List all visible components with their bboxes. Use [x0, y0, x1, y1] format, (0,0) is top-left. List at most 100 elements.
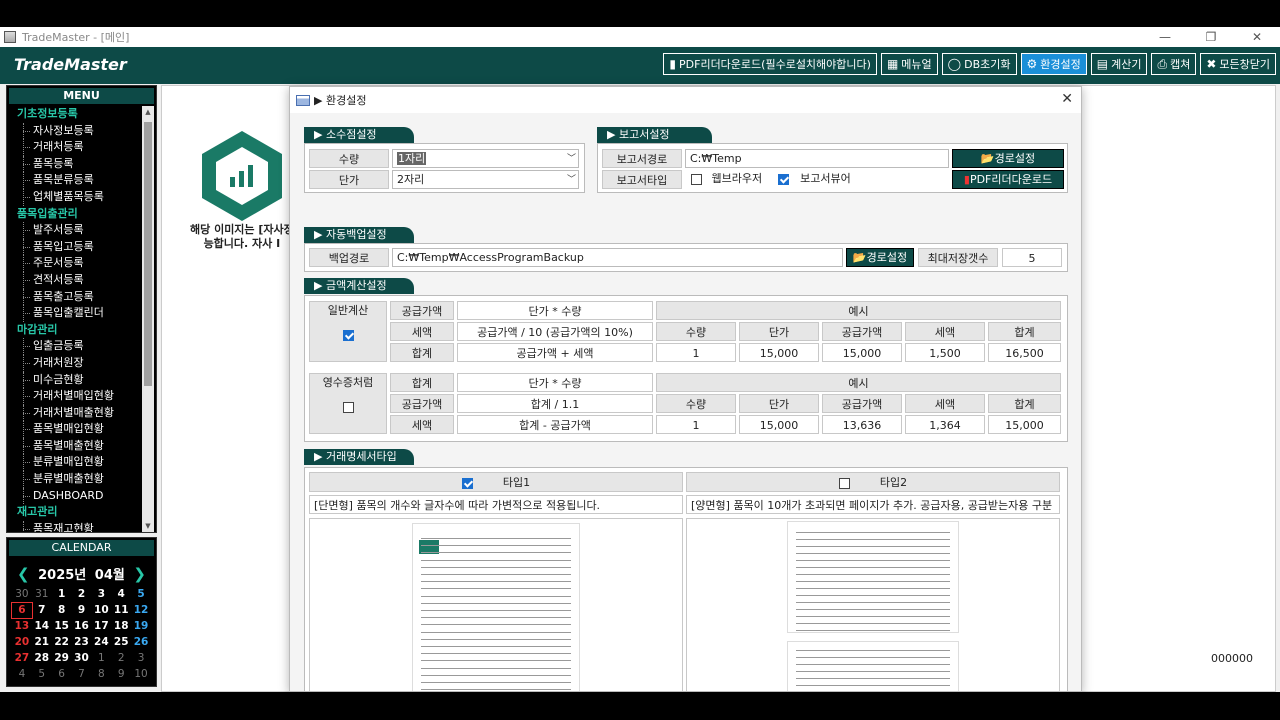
sidebar-item[interactable]: 업체별품목등록: [9, 188, 142, 206]
calendar-day[interactable]: 13: [12, 619, 32, 634]
calendar-day[interactable]: 2: [72, 587, 92, 602]
minimize-icon[interactable]: —: [1142, 27, 1188, 47]
calendar-day[interactable]: 30: [12, 587, 32, 602]
general-calc-checkbox[interactable]: [342, 329, 354, 341]
sidebar-item[interactable]: 품목입고등록: [9, 238, 142, 256]
calendar-day[interactable]: 6: [11, 602, 33, 619]
calendar-day[interactable]: 1: [91, 651, 111, 666]
calendar-day[interactable]: 20: [12, 635, 32, 650]
calendar-day[interactable]: 10: [91, 603, 111, 618]
menu-category[interactable]: 품목입출관리: [9, 206, 142, 223]
calendar-day[interactable]: 16: [72, 619, 92, 634]
receipt-calc-checkbox[interactable]: [342, 401, 354, 413]
calendar-day[interactable]: 21: [32, 635, 52, 650]
sidebar-item[interactable]: 품목입출캘린더: [9, 305, 142, 322]
calendar-day[interactable]: 27: [12, 651, 32, 666]
report-path-input[interactable]: C:₩Temp: [685, 149, 949, 168]
pdf-download-button[interactable]: ▮PDF리더다운로드: [952, 170, 1064, 189]
calendar-day[interactable]: 15: [52, 619, 72, 634]
sidebar-item[interactable]: 견적서등록: [9, 271, 142, 289]
calendar-day[interactable]: 8: [52, 603, 72, 618]
calendar-day[interactable]: 14: [32, 619, 52, 634]
sidebar-item[interactable]: DASHBOARD: [9, 487, 142, 505]
calendar-day[interactable]: 5: [131, 587, 151, 602]
calendar-day[interactable]: 30: [72, 651, 92, 666]
dialog-close-icon[interactable]: ✕: [1061, 91, 1073, 107]
calendar-day[interactable]: 4: [111, 587, 131, 602]
price-decimal-select[interactable]: 2자리 ﹀: [392, 170, 579, 189]
calendar-day[interactable]: 3: [131, 651, 151, 666]
top-button-5[interactable]: ⎙ 캡쳐: [1151, 53, 1197, 75]
scroll-down-icon[interactable]: ▼: [142, 520, 154, 532]
backup-path-input[interactable]: C:₩Temp₩AccessProgramBackup: [392, 248, 843, 267]
calendar-day[interactable]: 1: [52, 587, 72, 602]
max-save-input[interactable]: 5: [1002, 248, 1062, 267]
chevron-down-icon[interactable]: ﹀: [567, 151, 576, 168]
calendar-day[interactable]: 8: [91, 667, 111, 682]
sidebar-item[interactable]: 발주서등록: [9, 222, 142, 239]
calendar-day[interactable]: 3: [91, 587, 111, 602]
calendar-day[interactable]: 5: [32, 667, 52, 682]
menu-category[interactable]: 기초정보등록: [9, 106, 142, 123]
calendar-day[interactable]: 22: [52, 635, 72, 650]
sidebar-item[interactable]: 품목등록: [9, 155, 142, 173]
sidebar-item[interactable]: 거래처별매입현황: [9, 388, 142, 405]
top-button-1[interactable]: ▦ 메뉴얼: [880, 53, 938, 75]
calendar-day[interactable]: 28: [32, 651, 52, 666]
type1-preview[interactable]: [309, 518, 683, 691]
sidebar-item[interactable]: 주문서등록: [9, 255, 142, 272]
sidebar-item[interactable]: 거래처등록: [9, 139, 142, 156]
calendar-day[interactable]: 29: [52, 651, 72, 666]
prev-month-icon[interactable]: ❮: [17, 565, 30, 583]
sidebar-item[interactable]: 품목재고현황: [9, 520, 142, 532]
sidebar-item[interactable]: 거래처별매출현황: [9, 404, 142, 422]
calendar-day[interactable]: 19: [131, 619, 151, 634]
chevron-down-icon[interactable]: ﹀: [567, 172, 576, 189]
calendar-day[interactable]: 10: [131, 667, 151, 682]
calendar-day[interactable]: 9: [111, 667, 131, 682]
calendar-day[interactable]: 31: [32, 587, 52, 602]
calendar-day[interactable]: 17: [91, 619, 111, 634]
calendar-day[interactable]: 7: [72, 667, 92, 682]
type2-checkbox[interactable]: [838, 477, 850, 489]
sidebar-item[interactable]: 품목별매입현황: [9, 421, 142, 438]
top-button-0[interactable]: ▮ PDF리더다운로드(필수로설치해야합니다): [663, 53, 877, 75]
sidebar-item[interactable]: 분류별매출현황: [9, 471, 142, 488]
backup-path-button[interactable]: 📂경로설정: [846, 248, 914, 267]
close-icon[interactable]: ✕: [1234, 27, 1280, 47]
menu-scrollbar[interactable]: ▲ ▼: [142, 106, 154, 532]
sidebar-item[interactable]: 입출금등록: [9, 338, 142, 355]
menu-category[interactable]: 재고관리: [9, 504, 142, 521]
sidebar-item[interactable]: 품목분류등록: [9, 172, 142, 189]
menu-category[interactable]: 마감관리: [9, 322, 142, 339]
calendar-day[interactable]: 25: [111, 635, 131, 650]
calendar-day[interactable]: 11: [111, 603, 131, 618]
calendar-day[interactable]: 9: [72, 603, 92, 618]
calendar-day[interactable]: 7: [32, 603, 52, 618]
qty-decimal-select[interactable]: 1자리 ﹀: [392, 149, 579, 168]
calendar-day[interactable]: 23: [72, 635, 92, 650]
sidebar-item[interactable]: 분류별매입현황: [9, 454, 142, 471]
scroll-up-icon[interactable]: ▲: [142, 106, 154, 118]
type2-preview[interactable]: [686, 518, 1060, 691]
top-button-3[interactable]: ⚙ 환경설정: [1020, 53, 1087, 75]
sidebar-item[interactable]: 미수금현황: [9, 371, 142, 389]
sidebar-item[interactable]: 거래처원장: [9, 354, 142, 372]
calendar-day[interactable]: 18: [111, 619, 131, 634]
calendar-day[interactable]: 26: [131, 635, 151, 650]
calendar-day[interactable]: 12: [131, 603, 151, 618]
sidebar-item[interactable]: 품목출고등록: [9, 288, 142, 306]
scroll-thumb[interactable]: [144, 122, 152, 386]
restore-icon[interactable]: ❐: [1188, 27, 1234, 47]
type1-checkbox[interactable]: [461, 477, 473, 489]
top-button-4[interactable]: ▤ 계산기: [1090, 53, 1148, 75]
top-button-6[interactable]: ✖ 모든창닫기: [1200, 53, 1276, 75]
calendar-day[interactable]: 24: [91, 635, 111, 650]
calendar-day[interactable]: 4: [12, 667, 32, 682]
report-path-button[interactable]: 📂경로설정: [952, 149, 1064, 168]
calendar-day[interactable]: 6: [52, 667, 72, 682]
next-month-icon[interactable]: ❯: [133, 565, 146, 583]
report-viewer-checkbox[interactable]: [777, 173, 789, 185]
sidebar-item[interactable]: 자사정보등록: [9, 122, 142, 140]
sidebar-item[interactable]: 품목별매출현황: [9, 437, 142, 455]
